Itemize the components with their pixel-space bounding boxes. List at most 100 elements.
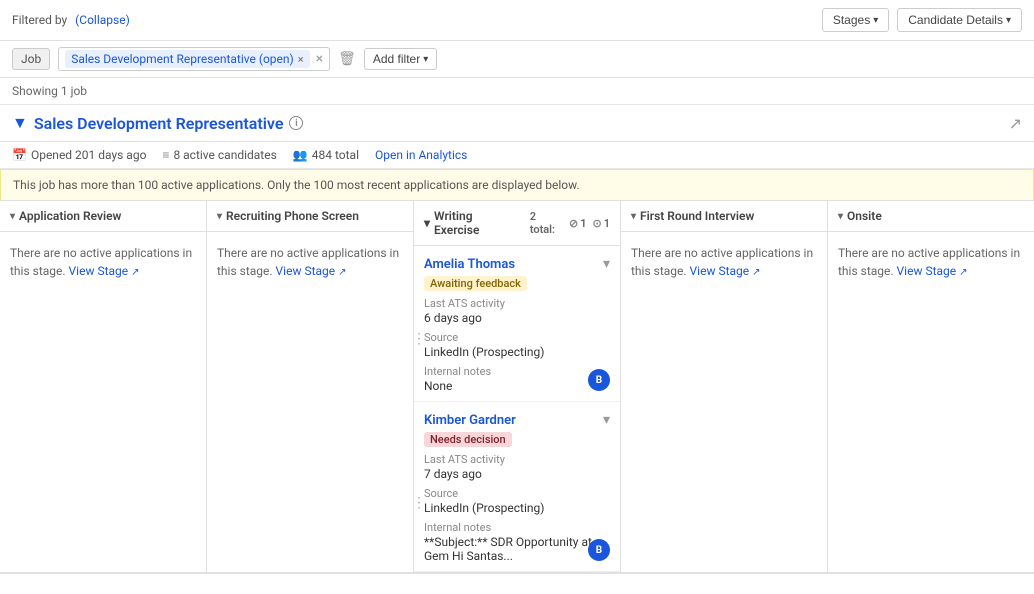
active-candidates-text: 8 active candidates: [173, 148, 276, 162]
stage-name-recruiting-phone-screen: Recruiting Phone Screen: [226, 209, 359, 223]
job-title-arrow: ▼: [12, 113, 28, 133]
job-title-text[interactable]: Sales Development Representative: [34, 114, 284, 133]
opened-meta: 📅 Opened 201 days ago: [12, 148, 146, 162]
candidate-details-chevron-icon: ▾: [1006, 15, 1011, 26]
external-link-icon-2: ↗: [338, 267, 346, 278]
warning-banner: This job has more than 100 active applic…: [0, 169, 1034, 201]
status-badge-kimber: Needs decision: [424, 432, 512, 447]
stage-chevron-icon-3: ▾: [424, 216, 430, 230]
stage-chevron-icon-4: ▾: [631, 211, 636, 222]
source-label-amelia: Source: [424, 331, 610, 344]
stage-col-recruiting-phone-screen: ▾ Recruiting Phone Screen There are no a…: [207, 201, 414, 572]
stage-chevron-icon-5: ▾: [838, 211, 843, 222]
showing-row: Showing 1 job: [0, 78, 1034, 105]
active-candidates-meta: ≡ 8 active candidates: [162, 148, 276, 162]
total-meta: 👥 484 total: [293, 148, 359, 162]
candidate-header-amelia: Amelia Thomas ▾: [424, 256, 610, 272]
view-stage-link-onsite[interactable]: View Stage: [897, 264, 957, 278]
source-value-amelia: LinkedIn (Prospecting): [424, 345, 610, 359]
stage-header-first-round-interview[interactable]: ▾ First Round Interview: [621, 201, 827, 232]
candidate-header-kimber: Kimber Gardner ▾: [424, 412, 610, 428]
candidate-menu-amelia[interactable]: ▾: [603, 256, 610, 272]
status-badge-amelia: Awaiting feedback: [424, 276, 527, 291]
job-header: ▼ Sales Development Representative i ↗: [0, 105, 1034, 142]
calendar-icon: 📅: [12, 148, 27, 162]
notes-label-amelia: Internal notes: [424, 365, 610, 378]
external-link-icon-3: ↗: [752, 267, 760, 278]
candidate-card-kimber: Kimber Gardner ▾ Needs decision Last ATS…: [414, 402, 620, 572]
filter-input-wrap: Sales Development Representative (open) …: [58, 47, 330, 71]
stage-name-writing-exercise: Writing Exercise: [434, 209, 520, 237]
filter-chip-value: Sales Development Representative (open): [71, 52, 294, 66]
stages-chevron-icon: ▾: [873, 15, 878, 26]
stage-col-onsite: ▾ Onsite There are no active application…: [828, 201, 1034, 572]
more-icon-kimber[interactable]: ⋮: [414, 495, 426, 511]
stage-header-recruiting-phone-screen[interactable]: ▾ Recruiting Phone Screen: [207, 201, 413, 232]
job-info-icon[interactable]: i: [289, 116, 303, 130]
candidate-details-button[interactable]: Candidate Details ▾: [897, 8, 1022, 32]
notes-value-kimber: **Subject:** SDR Opportunity at Gem Hi S…: [424, 535, 610, 563]
more-icon-amelia[interactable]: ⋮: [414, 331, 426, 347]
person-icon: 👥: [293, 148, 308, 162]
stage-empty-recruiting-phone-screen: There are no active applications in this…: [207, 232, 413, 292]
writing-count: 2 total: ⊘ 1 ⊙ 1: [530, 210, 610, 236]
ats-label-amelia: Last ATS activity: [424, 297, 610, 310]
stage-empty-first-round-interview: There are no active applications in this…: [621, 232, 827, 292]
stages-button[interactable]: Stages ▾: [822, 8, 889, 32]
candidate-menu-kimber[interactable]: ▾: [603, 412, 610, 428]
stage-col-writing-exercise: ▾ Writing Exercise 2 total: ⊘ 1 ⊙ 1: [414, 201, 621, 572]
candidate-card-amelia: Amelia Thomas ▾ Awaiting feedback Last A…: [414, 246, 620, 402]
filter-clear-icon[interactable]: ×: [316, 51, 323, 67]
view-stage-link-application-review[interactable]: View Stage: [69, 264, 129, 278]
notes-label-kimber: Internal notes: [424, 521, 610, 534]
stage-chevron-icon: ▾: [10, 211, 15, 222]
filter-chip-remove[interactable]: ×: [298, 53, 304, 66]
stage-header-application-review[interactable]: ▾ Application Review: [0, 201, 206, 232]
warning-text: This job has more than 100 active applic…: [13, 178, 580, 192]
candidate-name-kimber[interactable]: Kimber Gardner: [424, 413, 516, 428]
stage-col-first-round-interview: ▾ First Round Interview There are no act…: [621, 201, 828, 572]
source-label-kimber: Source: [424, 487, 610, 500]
avatar-amelia: B: [588, 369, 610, 391]
open-count-badge: ⊘ 1: [569, 217, 587, 230]
add-filter-button[interactable]: Add filter ▾: [364, 48, 437, 70]
filter-row-header: Filtered by (Collapse): [12, 13, 130, 27]
stage-empty-onsite: There are no active applications in this…: [828, 232, 1034, 292]
top-bar-actions: Stages ▾ Candidate Details ▾: [822, 8, 1022, 32]
filter-delete-icon[interactable]: 🗑: [338, 51, 356, 67]
view-stage-link-recruiting-phone-screen[interactable]: View Stage: [276, 264, 336, 278]
ats-label-kimber: Last ATS activity: [424, 453, 610, 466]
stage-empty-application-review: There are no active applications in this…: [0, 232, 206, 292]
source-value-kimber: LinkedIn (Prospecting): [424, 501, 610, 515]
stage-chevron-icon-2: ▾: [217, 211, 222, 222]
stage-header-writing-exercise: ▾ Writing Exercise 2 total: ⊘ 1 ⊙ 1: [414, 201, 620, 246]
add-filter-chevron-icon: ▾: [423, 54, 428, 65]
avatar-kimber: B: [588, 539, 610, 561]
stage-name-application-review: Application Review: [19, 209, 121, 223]
review-count-badge: ⊙ 1: [592, 217, 610, 230]
notes-value-amelia: None: [424, 379, 610, 393]
external-link-icon-4: ↗: [959, 267, 967, 278]
view-stage-link-first-round-interview[interactable]: View Stage: [690, 264, 750, 278]
share-icon[interactable]: ↗: [1009, 114, 1022, 133]
stage-col-application-review: ▾ Application Review There are no active…: [0, 201, 207, 572]
showing-text: Showing 1 job: [12, 84, 87, 98]
job-filter-tag: Job: [12, 48, 50, 70]
people-icon: ≡: [162, 148, 169, 162]
stage-header-onsite[interactable]: ▾ Onsite: [828, 201, 1034, 232]
filtered-by-label: Filtered by: [12, 13, 67, 27]
candidate-name-amelia[interactable]: Amelia Thomas: [424, 257, 515, 272]
job-title-row: ▼ Sales Development Representative i: [12, 113, 303, 133]
job-meta: 📅 Opened 201 days ago ≡ 8 active candida…: [0, 142, 1034, 169]
stage-name-onsite: Onsite: [847, 209, 882, 223]
open-analytics-link[interactable]: Open in Analytics: [375, 148, 467, 162]
external-link-icon: ↗: [131, 267, 139, 278]
ats-value-amelia: 6 days ago: [424, 311, 610, 325]
stages-row: ▾ Application Review There are no active…: [0, 201, 1034, 574]
collapse-link[interactable]: (Collapse): [75, 13, 130, 27]
ats-value-kimber: 7 days ago: [424, 467, 610, 481]
candidates-list: Amelia Thomas ▾ Awaiting feedback Last A…: [414, 246, 620, 572]
opened-text: Opened 201 days ago: [31, 148, 146, 162]
top-bar: Filtered by (Collapse) Stages ▾ Candidat…: [0, 0, 1034, 41]
total-text: 484 total: [312, 148, 359, 162]
